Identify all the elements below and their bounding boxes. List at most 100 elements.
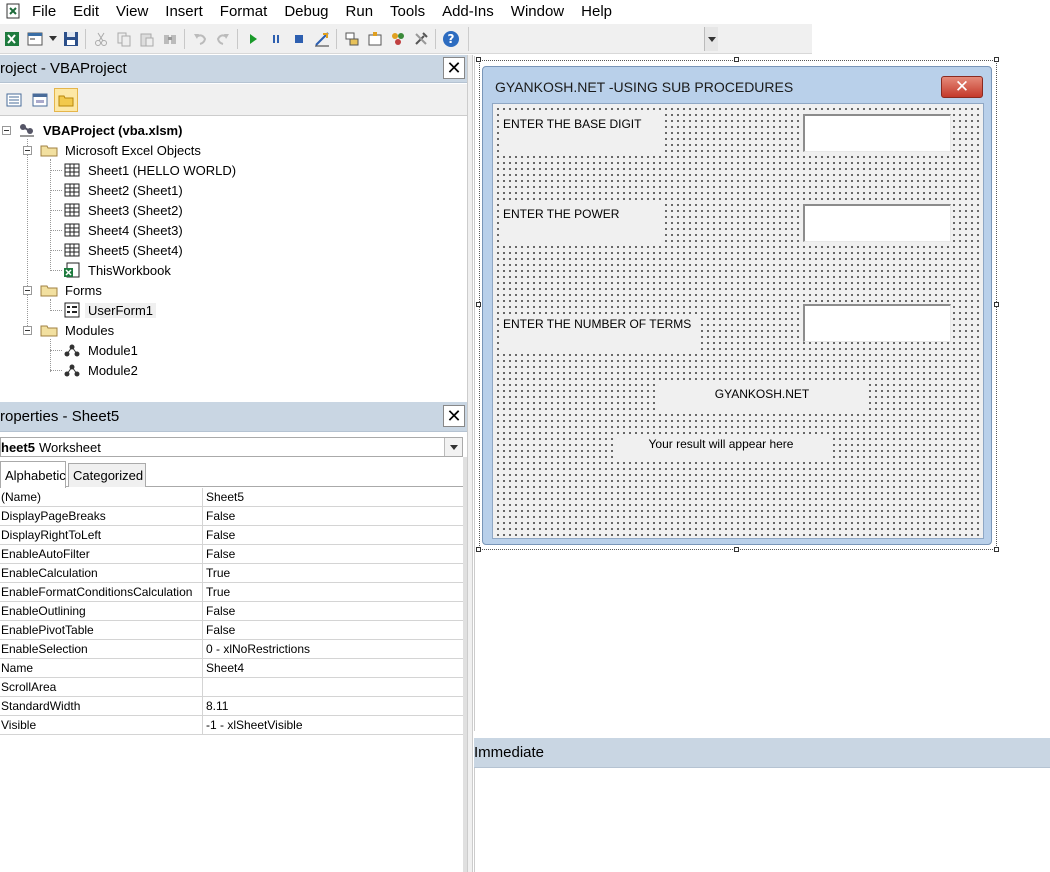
- collapse-excel-objects-toggle[interactable]: [23, 146, 32, 155]
- project-explorer-icon[interactable]: [341, 28, 363, 50]
- property-row[interactable]: (Name) Sheet5: [0, 488, 463, 507]
- menu-file[interactable]: File: [32, 3, 56, 20]
- tree-item-sheet[interactable]: Sheet3 (Sheet2): [63, 200, 186, 220]
- resize-handle[interactable]: [994, 302, 999, 307]
- property-row[interactable]: Name Sheet4: [0, 659, 463, 678]
- property-value[interactable]: False: [203, 526, 463, 544]
- resize-handle[interactable]: [476, 57, 481, 62]
- property-row[interactable]: EnableCalculation True: [0, 564, 463, 583]
- property-row[interactable]: EnableAutoFilter False: [0, 545, 463, 564]
- object-select[interactable]: heet5 Worksheet: [0, 437, 463, 457]
- tree-item-sheet[interactable]: Sheet2 (Sheet1): [63, 180, 186, 200]
- view-object-icon[interactable]: [28, 88, 52, 112]
- toolbox-icon[interactable]: [410, 28, 432, 50]
- view-excel-icon[interactable]: [1, 28, 23, 50]
- menu-addins[interactable]: Add-Ins: [442, 3, 494, 20]
- properties-window-icon[interactable]: [364, 28, 386, 50]
- property-row[interactable]: DisplayRightToLeft False: [0, 526, 463, 545]
- resize-handle[interactable]: [476, 302, 481, 307]
- property-value[interactable]: 8.11: [203, 697, 463, 715]
- pane-splitter[interactable]: [467, 55, 473, 872]
- property-value[interactable]: False: [203, 507, 463, 525]
- break-icon[interactable]: [265, 28, 287, 50]
- menu-run[interactable]: Run: [346, 3, 374, 20]
- property-row[interactable]: EnableSelection 0 - xlNoRestrictions: [0, 640, 463, 659]
- collapse-modules-toggle[interactable]: [23, 326, 32, 335]
- object-select-dropdown[interactable]: [444, 438, 462, 456]
- insert-dropdown-icon[interactable]: [47, 28, 59, 50]
- close-properties-button[interactable]: ✕: [443, 405, 465, 427]
- property-value[interactable]: False: [203, 621, 463, 639]
- property-row[interactable]: ScrollArea: [0, 678, 463, 697]
- tree-item-thisworkbook[interactable]: ThisWorkbook: [63, 260, 174, 280]
- menu-edit[interactable]: Edit: [73, 3, 99, 20]
- tree-item-sheet[interactable]: Sheet5 (Sheet4): [63, 240, 186, 260]
- property-value[interactable]: False: [203, 545, 463, 563]
- userform-close-button[interactable]: ✕: [941, 76, 983, 98]
- textbox-number-of-terms[interactable]: [803, 304, 951, 342]
- cut-icon[interactable]: [90, 28, 112, 50]
- property-row[interactable]: EnablePivotTable False: [0, 621, 463, 640]
- close-project-explorer-button[interactable]: ✕: [443, 57, 465, 79]
- tree-item-modules[interactable]: Modules: [40, 320, 117, 340]
- tree-item-module[interactable]: Module2: [63, 360, 141, 380]
- menu-tools[interactable]: Tools: [390, 3, 425, 20]
- insert-userform-icon[interactable]: [24, 28, 46, 50]
- help-icon[interactable]: ?: [440, 28, 462, 50]
- property-value[interactable]: 0 - xlNoRestrictions: [203, 640, 463, 658]
- property-value[interactable]: False: [203, 602, 463, 620]
- tree-item-vbaproject[interactable]: VBAProject (vba.xlsm): [18, 120, 185, 140]
- userform-client-area[interactable]: ENTER THE BASE DIGIT ENTER THE POWER ENT…: [492, 103, 984, 539]
- excel-app-icon[interactable]: [6, 3, 22, 19]
- resize-handle[interactable]: [734, 547, 739, 552]
- paste-icon[interactable]: [136, 28, 158, 50]
- property-value[interactable]: Sheet4: [203, 659, 463, 677]
- label-gyankosh[interactable]: GYANKOSH.NET: [659, 384, 865, 412]
- toggle-folders-icon[interactable]: [54, 87, 78, 112]
- tree-item-module[interactable]: Module1: [63, 340, 141, 360]
- property-value[interactable]: Sheet5: [203, 488, 463, 506]
- tree-item-forms[interactable]: Forms: [40, 280, 105, 300]
- property-row[interactable]: EnableOutlining False: [0, 602, 463, 621]
- run-icon[interactable]: [242, 28, 264, 50]
- toolbar-overflow-dropdown[interactable]: [704, 26, 718, 51]
- tree-item-sheet[interactable]: Sheet1 (HELLO WORLD): [63, 160, 239, 180]
- reset-icon[interactable]: [288, 28, 310, 50]
- menu-format[interactable]: Format: [220, 3, 268, 20]
- textbox-power[interactable]: [803, 204, 951, 242]
- menu-view[interactable]: View: [116, 3, 148, 20]
- label-base-digit[interactable]: ENTER THE BASE DIGIT: [501, 114, 665, 154]
- resize-handle[interactable]: [476, 547, 481, 552]
- tree-item-sheet[interactable]: Sheet4 (Sheet3): [63, 220, 186, 240]
- tab-categorized[interactable]: Categorized: [68, 463, 146, 487]
- copy-icon[interactable]: [113, 28, 135, 50]
- resize-handle[interactable]: [734, 57, 739, 62]
- property-row[interactable]: StandardWidth 8.11: [0, 697, 463, 716]
- view-code-icon[interactable]: [2, 88, 26, 112]
- label-result[interactable]: Your result will appear here: [613, 434, 829, 460]
- menu-help[interactable]: Help: [581, 3, 612, 20]
- tree-item-userform1[interactable]: UserForm1: [63, 300, 157, 320]
- undo-icon[interactable]: [189, 28, 211, 50]
- label-number-of-terms[interactable]: ENTER THE NUMBER OF TERMS: [501, 314, 697, 352]
- textbox-base-digit[interactable]: [803, 114, 951, 152]
- userform-window[interactable]: GYANKOSH.NET -USING SUB PROCEDURES ✕ ENT…: [482, 66, 992, 545]
- tab-alphabetic[interactable]: Alphabetic: [0, 461, 66, 488]
- collapse-vbaproject-toggle[interactable]: [2, 126, 11, 135]
- resize-handle[interactable]: [994, 547, 999, 552]
- save-icon[interactable]: [60, 28, 82, 50]
- object-browser-icon[interactable]: [387, 28, 409, 50]
- property-value[interactable]: [203, 678, 463, 696]
- property-value[interactable]: True: [203, 564, 463, 582]
- resize-handle[interactable]: [994, 57, 999, 62]
- property-row[interactable]: EnableFormatConditionsCalculation True: [0, 583, 463, 602]
- collapse-forms-toggle[interactable]: [23, 286, 32, 295]
- menu-window[interactable]: Window: [511, 3, 564, 20]
- label-power[interactable]: ENTER THE POWER: [501, 204, 661, 242]
- menu-debug[interactable]: Debug: [284, 3, 328, 20]
- menu-insert[interactable]: Insert: [165, 3, 203, 20]
- design-mode-icon[interactable]: [311, 28, 333, 50]
- property-value[interactable]: -1 - xlSheetVisible: [203, 716, 463, 734]
- tree-item-excel-objects[interactable]: Microsoft Excel Objects: [40, 140, 204, 160]
- property-value[interactable]: True: [203, 583, 463, 601]
